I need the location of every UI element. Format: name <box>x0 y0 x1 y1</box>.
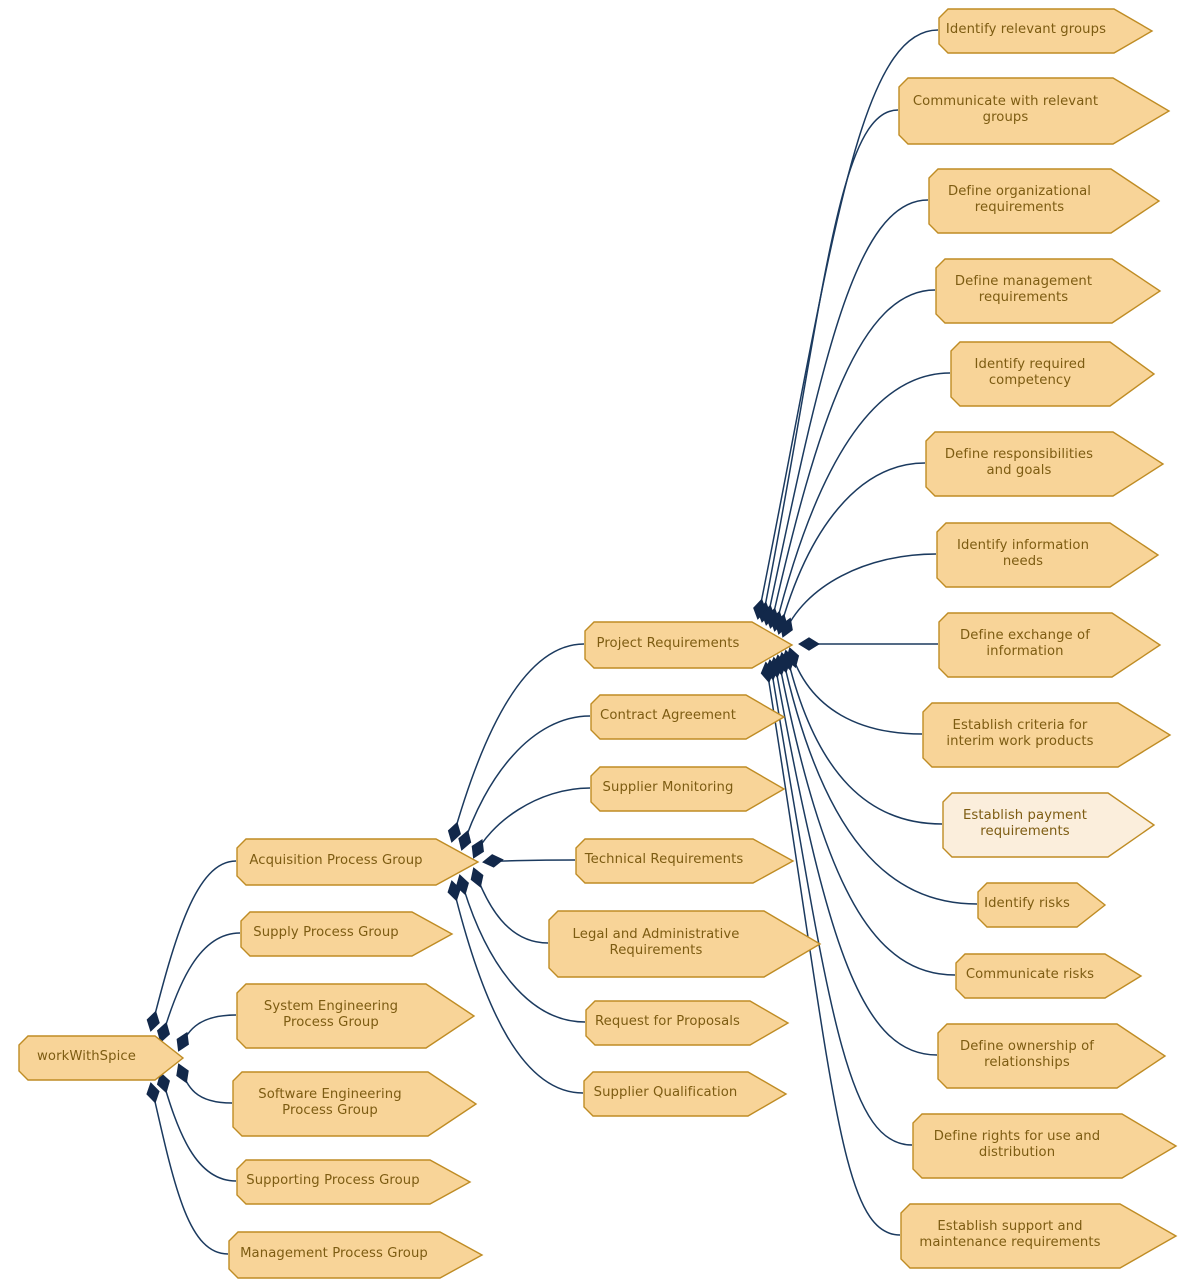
node-arrow-icon <box>232 1071 478 1137</box>
node-shape <box>955 953 1143 999</box>
node-shape <box>585 1000 790 1046</box>
node-supplier-qualification[interactable]: Supplier Qualification <box>583 1071 788 1117</box>
node-shape <box>900 1203 1178 1269</box>
node-arrow-icon <box>236 983 476 1049</box>
node-shape <box>925 431 1165 497</box>
node-define-responsibilities[interactable]: Define responsibilities and goals <box>925 431 1165 497</box>
node-supporting[interactable]: Supporting Process Group <box>236 1159 472 1205</box>
node-arrow-icon <box>938 612 1162 678</box>
node-arrow-icon <box>955 953 1143 999</box>
node-arrow-icon <box>936 522 1160 588</box>
node-shape <box>228 1231 484 1279</box>
node-supply[interactable]: Supply Process Group <box>240 911 454 957</box>
node-technical-requirements[interactable]: Technical Requirements <box>575 838 795 884</box>
node-shape <box>583 1071 788 1117</box>
node-arrow-icon <box>228 1231 484 1279</box>
node-define-rights[interactable]: Define rights for use and distribution <box>912 1113 1178 1179</box>
node-arrow-icon <box>585 1000 790 1046</box>
node-define-ownership[interactable]: Define ownership of relationships <box>937 1023 1167 1089</box>
node-identify-risks[interactable]: Identify risks <box>977 882 1107 928</box>
node-arrow-icon <box>590 694 786 740</box>
node-arrow-icon <box>236 1159 472 1205</box>
node-shape <box>575 838 795 884</box>
node-arrow-icon <box>977 882 1107 928</box>
node-shape <box>548 910 822 978</box>
node-shape <box>584 621 794 669</box>
node-shape <box>236 838 480 886</box>
node-shape <box>898 77 1171 145</box>
node-arrow-icon <box>912 1113 1178 1179</box>
node-shape <box>236 1159 472 1205</box>
diagram-canvas: workWithSpice Acquisition Process Group Su… <box>0 0 1203 1284</box>
node-arrow-icon <box>18 1035 185 1081</box>
node-establish-payment[interactable]: Establish payment requirements <box>942 792 1156 858</box>
node-shape <box>912 1113 1178 1179</box>
node-layer: workWithSpice Acquisition Process Group Su… <box>0 0 1203 1284</box>
node-shape <box>936 522 1160 588</box>
node-shape <box>590 766 786 812</box>
node-arrow-icon <box>900 1203 1178 1269</box>
node-shape <box>977 882 1107 928</box>
node-identify-required-competency[interactable]: Identify required competency <box>950 341 1156 407</box>
node-contract-agreement[interactable]: Contract Agreement <box>590 694 786 740</box>
node-define-exchange-information[interactable]: Define exchange of information <box>938 612 1162 678</box>
node-project-requirements[interactable]: Project Requirements <box>584 621 794 669</box>
node-arrow-icon <box>922 702 1172 768</box>
node-software-eng[interactable]: Software Engineering Process Group <box>232 1071 478 1137</box>
node-legal-admin[interactable]: Legal and Administrative Requirements <box>548 910 822 978</box>
node-arrow-icon <box>942 792 1156 858</box>
node-supplier-monitoring[interactable]: Supplier Monitoring <box>590 766 786 812</box>
node-arrow-icon <box>584 621 794 669</box>
node-shape <box>935 258 1162 324</box>
node-shape <box>938 612 1162 678</box>
node-arrow-icon <box>590 766 786 812</box>
node-shape <box>942 792 1156 858</box>
node-arrow-icon <box>575 838 795 884</box>
node-arrow-icon <box>898 77 1171 145</box>
node-identify-relevant-groups[interactable]: Identify relevant groups <box>938 8 1154 54</box>
node-arrow-icon <box>935 258 1162 324</box>
node-shape <box>590 694 786 740</box>
node-management[interactable]: Management Process Group <box>228 1231 484 1279</box>
node-arrow-icon <box>938 8 1154 54</box>
node-define-org-requirements[interactable]: Define organizational requirements <box>928 168 1161 234</box>
node-arrow-icon <box>925 431 1165 497</box>
node-shape <box>950 341 1156 407</box>
node-shape <box>232 1071 478 1137</box>
node-workWithSpice[interactable]: workWithSpice <box>18 1035 185 1081</box>
node-shape <box>240 911 454 957</box>
node-system-eng[interactable]: System Engineering Process Group <box>236 983 476 1049</box>
node-communicate-relevant-groups[interactable]: Communicate with relevant groups <box>898 77 1171 145</box>
node-acquisition[interactable]: Acquisition Process Group <box>236 838 480 886</box>
node-establish-support[interactable]: Establish support and maintenance requir… <box>900 1203 1178 1269</box>
node-shape <box>937 1023 1167 1089</box>
node-arrow-icon <box>583 1071 788 1117</box>
node-request-proposals[interactable]: Request for Proposals <box>585 1000 790 1046</box>
node-arrow-icon <box>548 910 822 978</box>
node-arrow-icon <box>950 341 1156 407</box>
node-arrow-icon <box>937 1023 1167 1089</box>
node-shape <box>938 8 1154 54</box>
node-define-mgmt-requirements[interactable]: Define management requirements <box>935 258 1162 324</box>
node-establish-criteria-interim[interactable]: Establish criteria for interim work prod… <box>922 702 1172 768</box>
node-shape <box>18 1035 185 1081</box>
node-shape <box>928 168 1161 234</box>
node-arrow-icon <box>236 838 480 886</box>
node-shape <box>236 983 476 1049</box>
node-communicate-risks[interactable]: Communicate risks <box>955 953 1143 999</box>
node-shape <box>922 702 1172 768</box>
node-arrow-icon <box>928 168 1161 234</box>
node-identify-information-needs[interactable]: Identify information needs <box>936 522 1160 588</box>
node-arrow-icon <box>240 911 454 957</box>
